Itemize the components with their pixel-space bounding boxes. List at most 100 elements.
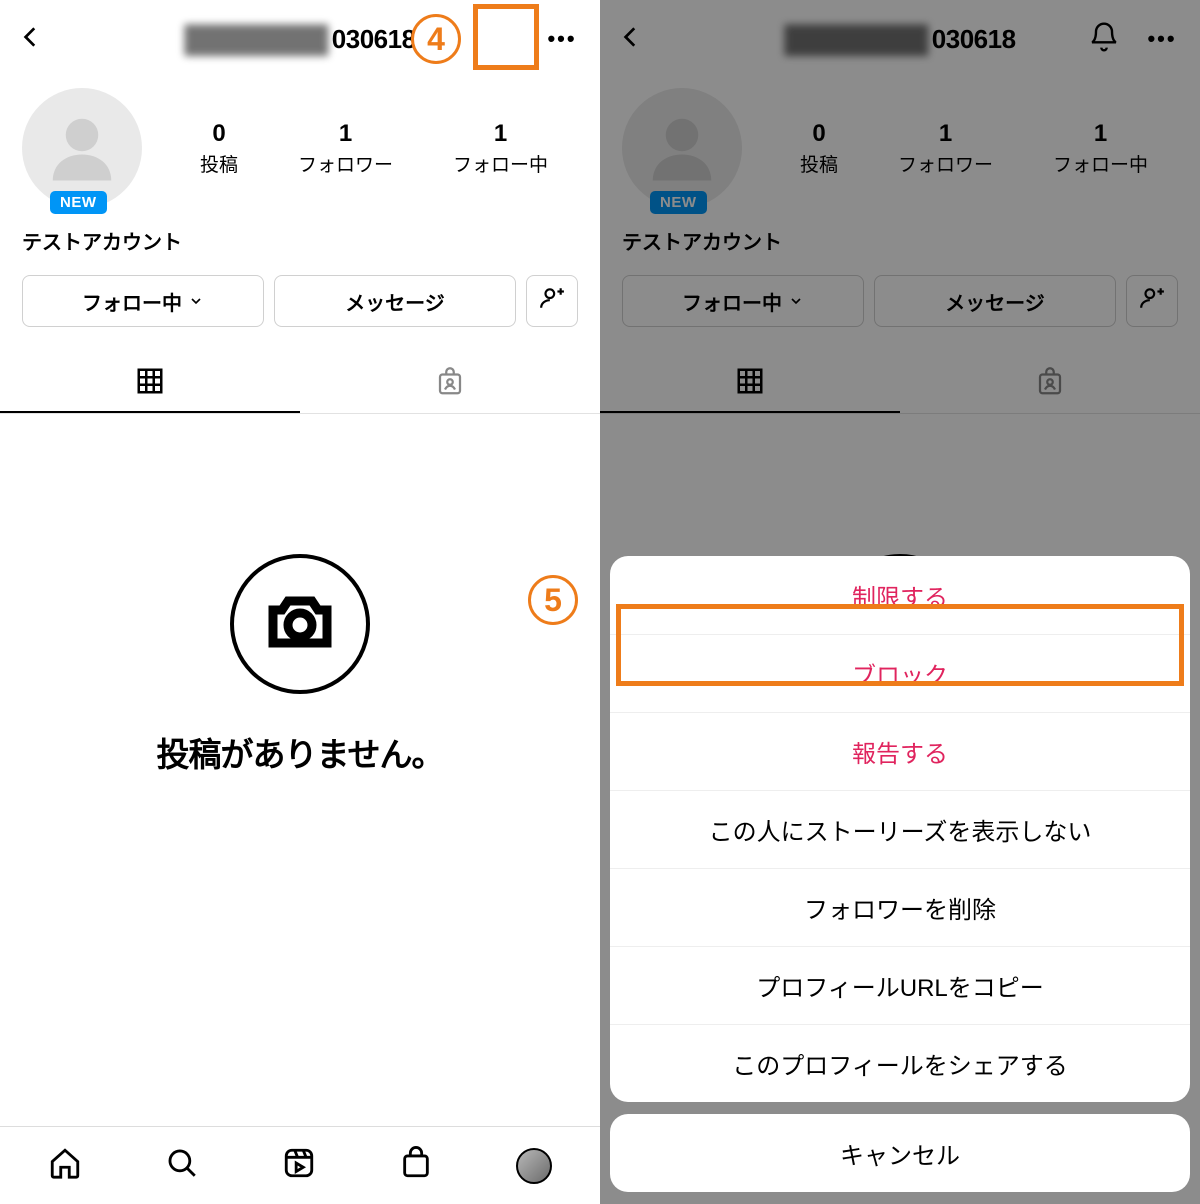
avatar[interactable]: [622, 88, 742, 208]
stat-followers-num: 1: [298, 120, 393, 148]
stat-posts-num: 0: [200, 120, 238, 148]
step-badge-4: 4: [411, 14, 461, 64]
stat-following-num: 1: [1053, 120, 1148, 148]
message-button-label: メッセージ: [945, 287, 1045, 316]
profile-buttons: フォロー中 メッセージ: [600, 255, 1200, 327]
sheet-copy-url-label: プロフィールURLをコピー: [756, 968, 1044, 1003]
profile-tabs: [0, 355, 600, 414]
stats-row: 0 投稿 1 フォロワー 1 フォロー中: [770, 120, 1178, 177]
stat-followers-num: 1: [898, 120, 993, 148]
username-clear: 030618: [332, 24, 416, 55]
stat-following-num: 1: [453, 120, 548, 148]
phone-left: ████████030618 ••• NEW 0 投稿 1 フォロワー 1 フォ…: [0, 0, 600, 1204]
back-icon[interactable]: [18, 24, 44, 55]
action-sheet: 制限する ブロック 報告する この人にストーリーズを表示しない フォロワーを削除…: [610, 556, 1190, 1192]
camera-circle: [230, 554, 370, 694]
grid-icon: [135, 366, 165, 401]
stat-posts-label: 投稿: [800, 150, 838, 177]
profile-tabs: [600, 355, 1200, 414]
following-button-label: フォロー中: [82, 287, 182, 316]
profile-top-row: NEW 0 投稿 1 フォロワー 1 フォロー中: [0, 78, 600, 208]
action-sheet-cancel-block: キャンセル: [610, 1114, 1190, 1192]
header-right: •••: [1088, 19, 1182, 59]
avatar[interactable]: [22, 88, 142, 208]
following-button[interactable]: フォロー中: [622, 275, 864, 327]
sheet-block[interactable]: ブロック: [610, 634, 1190, 712]
nav-profile-avatar[interactable]: [516, 1148, 552, 1184]
stats-row: 0 投稿 1 フォロワー 1 フォロー中: [170, 120, 578, 177]
stat-followers[interactable]: 1 フォロワー: [898, 120, 993, 177]
more-icon[interactable]: •••: [542, 19, 582, 59]
profile-username: ████████030618: [184, 24, 415, 55]
stat-following[interactable]: 1 フォロー中: [453, 120, 548, 177]
stat-posts-num: 0: [800, 120, 838, 148]
sheet-cancel[interactable]: キャンセル: [610, 1114, 1190, 1192]
phone-right: ████████030618 ••• NEW 0 投稿 1 フォロワー: [600, 0, 1200, 1204]
profile-header: ████████030618 •••: [0, 0, 600, 78]
stat-following-label: フォロー中: [1053, 150, 1148, 177]
username-clear: 030618: [932, 24, 1016, 55]
sheet-report[interactable]: 報告する: [610, 712, 1190, 790]
add-user-icon: [1139, 285, 1165, 317]
profile-buttons: フォロー中 メッセージ: [0, 255, 600, 327]
sheet-restrict[interactable]: 制限する: [610, 556, 1190, 634]
nav-shop-icon[interactable]: [399, 1146, 433, 1185]
back-icon[interactable]: [618, 24, 644, 55]
tagged-icon: [435, 367, 465, 402]
profile-header: ████████030618 •••: [600, 0, 1200, 78]
new-badge: NEW: [650, 191, 707, 214]
stat-posts[interactable]: 0 投稿: [800, 120, 838, 177]
sheet-cancel-label: キャンセル: [840, 1136, 960, 1171]
nav-home-icon[interactable]: [48, 1146, 82, 1185]
empty-text: 投稿がありません。: [156, 728, 443, 776]
add-user-icon: [539, 285, 565, 317]
stat-following[interactable]: 1 フォロー中: [1053, 120, 1148, 177]
message-button[interactable]: メッセージ: [274, 275, 516, 327]
profile-top-row: NEW 0 投稿 1 フォロワー 1 フォロー中: [600, 78, 1200, 208]
tagged-icon: [1035, 367, 1065, 402]
stat-followers[interactable]: 1 フォロワー: [298, 120, 393, 177]
header-right: •••: [542, 19, 582, 59]
grid-icon: [735, 366, 765, 401]
avatar-wrap: NEW: [22, 88, 142, 208]
message-button[interactable]: メッセージ: [874, 275, 1116, 327]
sheet-remove-follower-label: フォロワーを削除: [804, 890, 996, 925]
sheet-restrict-label: 制限する: [852, 578, 948, 613]
tab-tagged[interactable]: [900, 355, 1200, 413]
stat-followers-label: フォロワー: [898, 150, 993, 177]
display-name: テストアカウント: [0, 208, 600, 255]
sheet-copy-url[interactable]: プロフィールURLをコピー: [610, 946, 1190, 1024]
empty-state: 投稿がありません。: [0, 414, 600, 1126]
message-button-label: メッセージ: [345, 287, 445, 316]
sheet-remove-follower[interactable]: フォロワーを削除: [610, 868, 1190, 946]
following-button-label: フォロー中: [682, 287, 782, 316]
tab-grid[interactable]: [600, 355, 900, 413]
add-user-button[interactable]: [1126, 275, 1178, 327]
stat-following-label: フォロー中: [453, 150, 548, 177]
tab-tagged[interactable]: [300, 355, 600, 413]
sheet-share-profile[interactable]: このプロフィールをシェアする: [610, 1024, 1190, 1102]
sheet-hide-story-label: この人にストーリーズを表示しない: [709, 812, 1092, 847]
sheet-block-label: ブロック: [852, 656, 948, 691]
avatar-wrap: NEW: [622, 88, 742, 208]
more-icon[interactable]: •••: [1142, 19, 1182, 59]
following-button[interactable]: フォロー中: [22, 275, 264, 327]
display-name: テストアカウント: [600, 208, 1200, 255]
camera-icon: [264, 586, 336, 663]
nav-reels-icon[interactable]: [282, 1146, 316, 1185]
tab-grid[interactable]: [0, 355, 300, 413]
profile-username: ████████030618: [784, 24, 1015, 55]
sheet-hide-story[interactable]: この人にストーリーズを表示しない: [610, 790, 1190, 868]
nav-search-icon[interactable]: [165, 1146, 199, 1185]
bell-icon[interactable]: [1088, 21, 1120, 58]
add-user-button[interactable]: [526, 275, 578, 327]
action-sheet-main: 制限する ブロック 報告する この人にストーリーズを表示しない フォロワーを削除…: [610, 556, 1190, 1102]
username-blurred: ████████: [184, 24, 327, 55]
stat-posts[interactable]: 0 投稿: [200, 120, 238, 177]
stat-followers-label: フォロワー: [298, 150, 393, 177]
sheet-report-label: 報告する: [852, 734, 948, 769]
step-badge-5: 5: [528, 575, 578, 625]
new-badge: NEW: [50, 191, 107, 214]
stat-posts-label: 投稿: [200, 150, 238, 177]
bottom-nav: [0, 1126, 600, 1204]
